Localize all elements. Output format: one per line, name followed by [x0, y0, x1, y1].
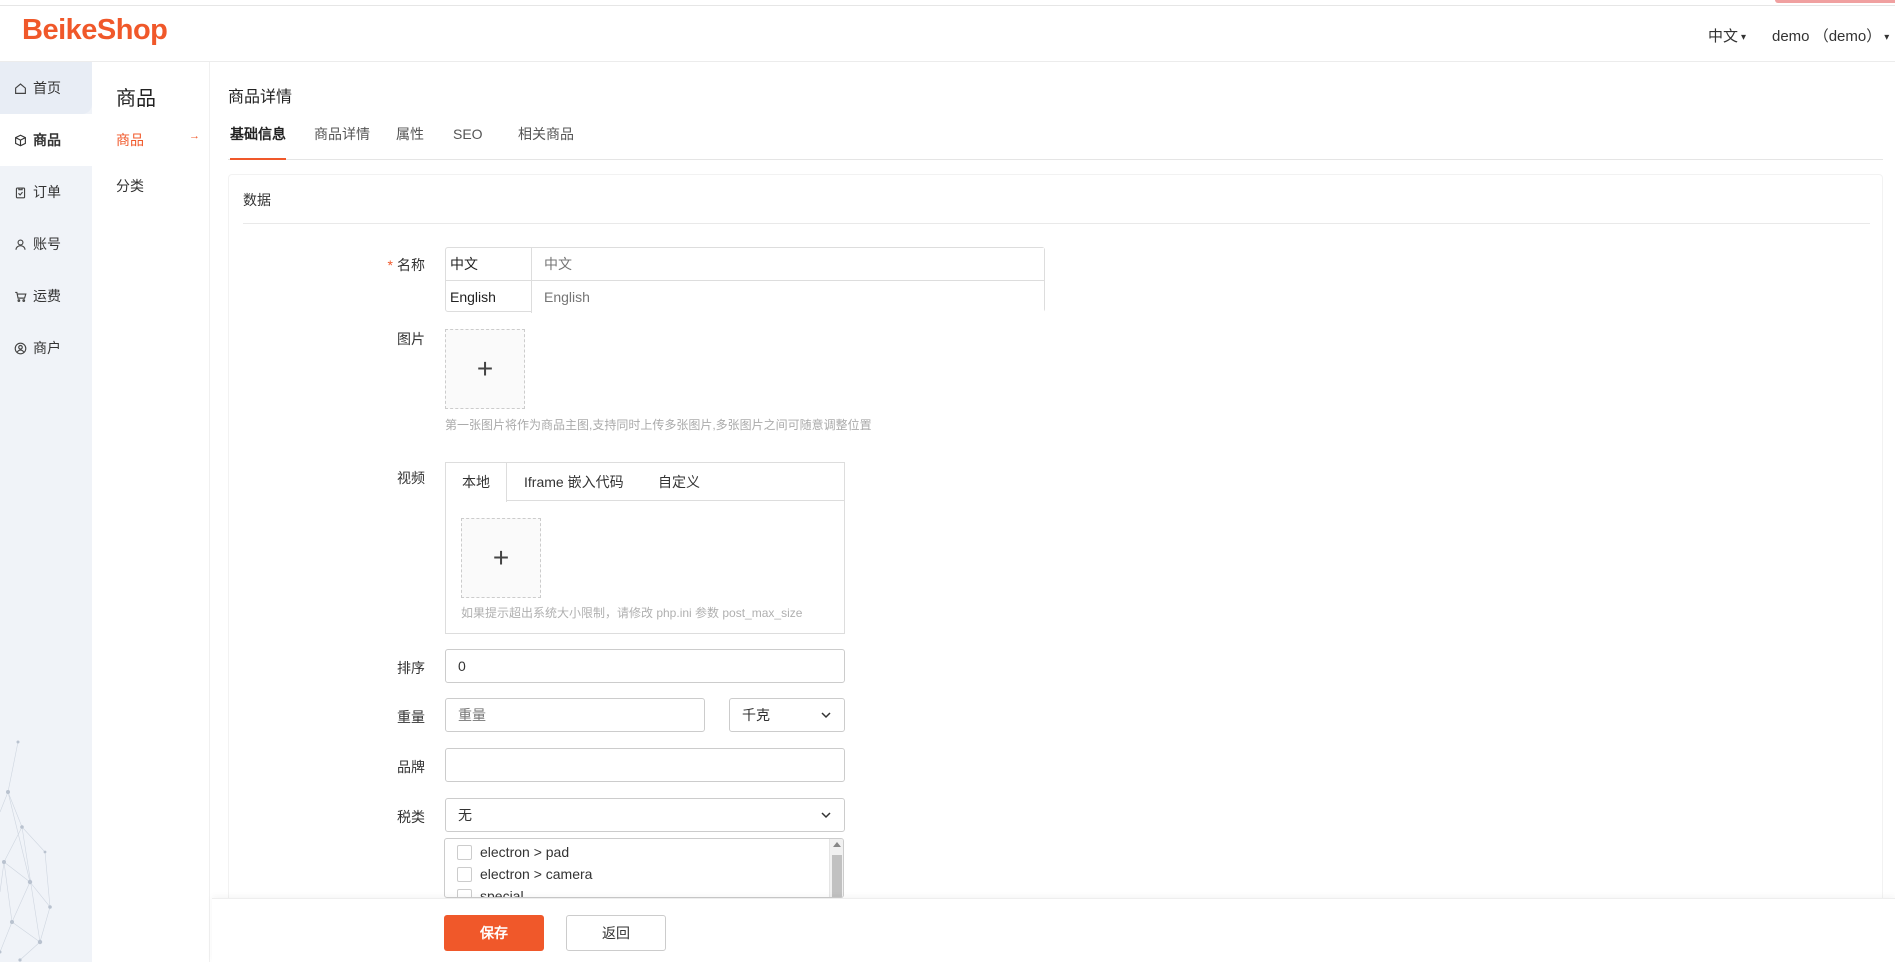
subnav-item-products[interactable]: 商品 →	[116, 130, 206, 150]
name-field-group: 中文 English	[445, 247, 1045, 313]
user-name: demo （demo）	[1772, 28, 1882, 45]
caret-down-icon: ▾	[1884, 31, 1890, 43]
category-list[interactable]: electron > pad electron > camera special	[444, 838, 844, 898]
chevron-down-icon	[821, 812, 831, 819]
sort-input[interactable]: 0	[445, 649, 845, 683]
video-tab-local[interactable]: 本地	[446, 463, 507, 502]
scroll-up-icon[interactable]	[833, 842, 841, 847]
brand-logo[interactable]: BeikeShop	[22, 14, 168, 47]
image-label: 图片	[397, 331, 425, 347]
name-input-en[interactable]	[532, 281, 1044, 313]
weight-input[interactable]: 重量	[445, 698, 705, 732]
subnav-item-categories[interactable]: 分类	[116, 176, 206, 196]
sidebar-item-merchant[interactable]: 商户	[0, 322, 92, 374]
language-cell: English	[446, 281, 532, 313]
plus-icon: +	[476, 353, 494, 384]
user-icon	[13, 237, 27, 251]
sidebar-item-orders[interactable]: 订单	[0, 166, 92, 218]
checkbox[interactable]	[457, 844, 472, 860]
video-panel: 本地 Iframe 嵌入代码 自定义 + 如果提示超出系统大小限制，请修改 ph…	[445, 462, 845, 634]
required-marker: *	[387, 257, 393, 273]
sidebar-item-label: 首页	[33, 80, 61, 96]
name-input-zh[interactable]	[532, 248, 1044, 280]
divider	[243, 223, 1870, 224]
video-tab-iframe[interactable]: Iframe 嵌入代码	[508, 463, 640, 501]
tab-bar: 基础信息 商品详情 属性 SEO 相关商品	[228, 124, 1883, 160]
box-icon	[13, 133, 27, 147]
tax-class-select[interactable]: 无	[445, 798, 845, 832]
sidebar-item-home[interactable]: 首页	[0, 62, 92, 114]
sidebar-item-label: 订单	[33, 184, 61, 200]
image-hint: 第一张图片将作为商品主图,支持同时上传多张图片,多张图片之间可随意调整位置	[445, 418, 872, 432]
weight-label: 重量	[397, 709, 425, 725]
category-item[interactable]: electron > pad	[457, 844, 569, 860]
save-button[interactable]: 保存	[444, 915, 544, 951]
weight-unit-value: 千克	[742, 707, 770, 723]
video-tab-custom[interactable]: 自定义	[642, 463, 716, 501]
network-decoration	[0, 740, 52, 962]
tax-class-value: 无	[458, 807, 472, 823]
plus-icon: +	[492, 542, 510, 573]
category-item[interactable]: electron > camera	[457, 866, 592, 882]
home-icon	[13, 81, 27, 95]
category-scrollbar[interactable]	[829, 839, 843, 897]
language-switcher[interactable]: 中文 ▾	[1708, 25, 1746, 46]
checkbox[interactable]	[457, 866, 472, 882]
language-label: 中文	[1708, 28, 1739, 45]
browser-edge-line	[0, 0, 1895, 6]
sidebar-item-label: 商品	[33, 132, 61, 148]
video-upload-button[interactable]: +	[461, 518, 541, 598]
category-item[interactable]: special	[457, 888, 524, 897]
scroll-thumb[interactable]	[832, 855, 842, 897]
top-bar: BeikeShop 中文 ▾ demo （demo） ▾	[0, 0, 1895, 62]
subnav-item-label: 分类	[116, 178, 144, 194]
clipboard-icon	[13, 185, 27, 199]
sidebar-item-shipping[interactable]: 运费	[0, 270, 92, 322]
language-cell: 中文	[446, 248, 532, 280]
name-row-en: English	[446, 280, 1044, 313]
user-circle-icon	[13, 341, 27, 355]
cart-icon	[13, 289, 27, 303]
tab-related-products[interactable]: 相关商品	[518, 124, 574, 160]
top-accent-strip	[1775, 0, 1895, 3]
video-label: 视频	[397, 470, 425, 486]
sidebar-item-label: 运费	[33, 288, 61, 304]
chevron-down-icon	[821, 712, 831, 719]
weight-unit-select[interactable]: 千克	[729, 698, 845, 732]
subnav-title: 商品	[116, 88, 156, 110]
tab-product-details[interactable]: 商品详情	[314, 124, 370, 160]
sidebar-item-products[interactable]: 商品	[0, 114, 92, 166]
card-title: 数据	[243, 192, 271, 208]
video-hint: 如果提示超出系统大小限制，请修改 php.ini 参数 post_max_siz…	[461, 606, 803, 620]
page-title: 商品详情	[228, 89, 293, 106]
video-tab-bar: 本地 Iframe 嵌入代码 自定义	[446, 463, 844, 502]
tax-label: 税类	[397, 809, 425, 825]
arrow-right-icon: →	[189, 130, 200, 142]
form-footer: 保存 返回	[212, 898, 1895, 962]
image-upload-button[interactable]: +	[445, 329, 525, 409]
checkbox[interactable]	[457, 888, 472, 897]
brand-input[interactable]	[445, 748, 845, 782]
tab-basic-info[interactable]: 基础信息	[230, 124, 286, 160]
user-menu[interactable]: demo （demo） ▾	[1772, 25, 1889, 46]
primary-sidebar: 首页 商品 订单 账号 运费 商户	[0, 62, 92, 962]
sidebar-item-label: 商户	[33, 340, 61, 356]
secondary-sidebar: 商品 商品 → 分类	[92, 62, 210, 962]
brand-label: 品牌	[397, 759, 425, 775]
name-label: * 名称	[387, 257, 425, 273]
main-content: 商品详情 基础信息 商品详情 属性 SEO 相关商品 数据 *名称 中文 Eng…	[210, 62, 1895, 962]
sidebar-item-account[interactable]: 账号	[0, 218, 92, 270]
tab-attributes[interactable]: 属性	[396, 124, 424, 160]
subnav-item-label: 商品	[116, 132, 144, 148]
sidebar-item-label: 账号	[33, 236, 61, 252]
back-button[interactable]: 返回	[566, 915, 666, 951]
tab-seo[interactable]: SEO	[453, 124, 483, 160]
name-row-zh: 中文	[446, 248, 1044, 280]
sort-label: 排序	[397, 660, 425, 676]
caret-down-icon: ▾	[1741, 31, 1747, 43]
